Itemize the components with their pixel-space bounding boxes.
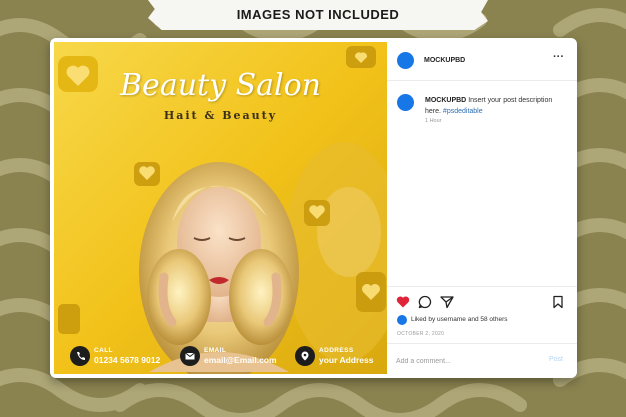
add-comment-input[interactable] [396,354,536,368]
post-description: MOCKUPBD Insert your post description he… [425,95,565,117]
share-icon[interactable] [440,295,454,309]
comment-avatar[interactable] [397,94,414,111]
post-script-title: Beauty Salon [120,68,321,103]
contact-value: email@Email.com [204,355,277,365]
post-actions: Liked by username and 58 others OCTOBER … [387,286,577,378]
comment-time: 1 Hour [425,118,442,124]
hashtag-link[interactable]: #psdeditable [443,108,483,115]
comment-username[interactable]: MOCKUPBD [425,97,466,104]
contact-info-row: CALL 01234 5678 9012 EMAIL email@Email.c… [70,344,375,368]
header-username[interactable]: MOCKUPBD [424,57,465,64]
post-header: MOCKUPBD ··· [387,38,577,81]
comment-icon[interactable] [418,295,432,309]
liked-by-text[interactable]: Liked by username and 58 others [411,316,507,323]
contact-label: ADDRESS [319,347,354,354]
contact-label: CALL [94,347,113,354]
heart-icon[interactable] [396,295,410,309]
model-portrait [139,162,299,374]
instagram-post-card: Beauty Salon Hait & Beauty CALL 01234 56… [50,38,577,378]
images-not-included-banner: IMAGES NOT INCLUDED [148,0,488,30]
liked-by-avatar [397,315,407,325]
add-comment-bar: Post [387,343,577,378]
location-icon [295,346,315,366]
contact-value: your Address [319,355,374,365]
mail-icon [180,346,200,366]
floating-heart-badge-5 [346,46,376,68]
floating-heart-badge-4 [356,272,386,312]
bookmark-icon[interactable] [551,295,565,309]
banner-text: IMAGES NOT INCLUDED [236,7,400,22]
contact-value: 01234 5678 9012 [94,355,161,365]
phone-icon [70,346,90,366]
contact-label: EMAIL [204,347,227,354]
post-date: OCTOBER 2, 2020 [397,331,445,337]
floating-heart-badge-3 [304,200,330,226]
post-side-panel: MOCKUPBD ··· MOCKUPBD Insert your post d… [387,38,577,378]
more-options-icon[interactable]: ··· [553,52,565,63]
floating-heart-badge-6 [58,304,80,334]
post-image[interactable]: Beauty Salon Hait & Beauty CALL 01234 56… [54,42,387,374]
post-sub-title: Hait & Beauty [163,109,278,122]
post-comment-button[interactable]: Post [549,356,563,363]
avatar[interactable] [397,52,414,69]
floating-heart-badge-2 [134,162,160,186]
